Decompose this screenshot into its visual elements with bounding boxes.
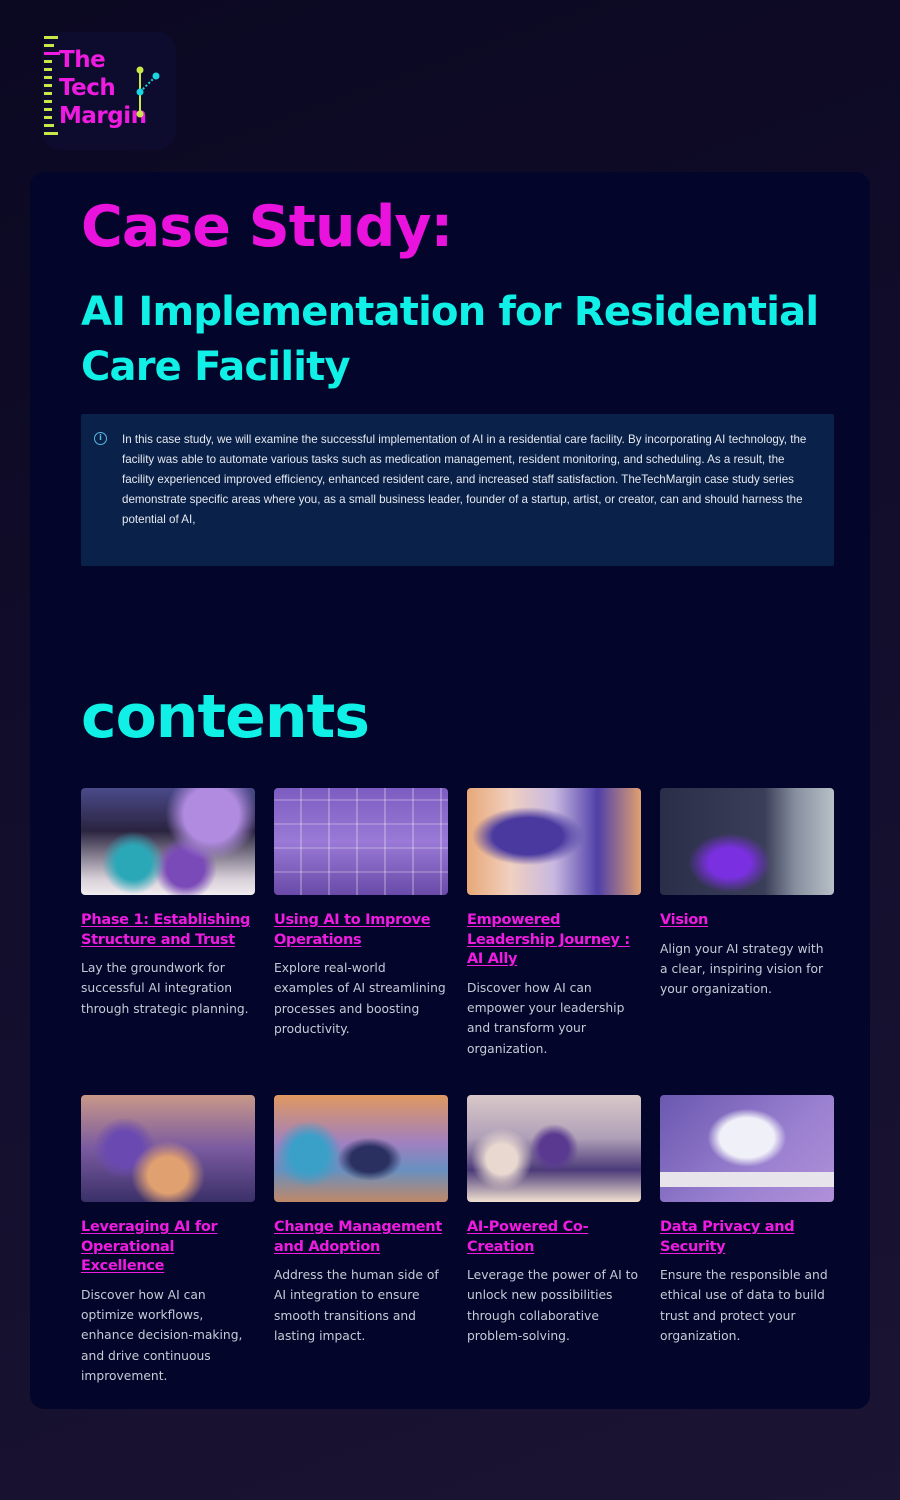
- contents-heading: contents: [81, 682, 370, 752]
- busy-workspace-image[interactable]: [274, 1095, 448, 1202]
- page-subtitle: AI Implementation for Residential Care F…: [81, 289, 819, 390]
- devices-desk-image[interactable]: [660, 1095, 834, 1202]
- seniors-meeting-image[interactable]: [81, 788, 255, 895]
- contents-description: Leverage the power of AI to unlock new p…: [467, 1268, 638, 1344]
- contents-link[interactable]: Leveraging AI for Operational Excellence: [81, 1218, 255, 1277]
- contents-description: Lay the groundwork for successful AI int…: [81, 961, 249, 1016]
- contents-item: AI-Powered Co-Creation Leverage the powe…: [467, 1095, 641, 1402]
- contents-grid: Phase 1: Establishing Structure and Trus…: [81, 788, 834, 1402]
- intro-callout: i In this case study, we will examine th…: [81, 414, 834, 566]
- team-table-image[interactable]: [81, 1095, 255, 1202]
- contents-description: Explore real-world examples of AI stream…: [274, 961, 446, 1037]
- ruler-icon: [44, 36, 60, 146]
- illustrated-office-image[interactable]: [467, 788, 641, 895]
- contents-link[interactable]: Using AI to Improve Operations: [274, 911, 448, 950]
- contents-item: Leveraging AI for Operational Excellence…: [81, 1095, 255, 1402]
- contents-link[interactable]: Data Privacy and Security: [660, 1218, 834, 1257]
- page-title: Case Study:: [81, 194, 453, 260]
- contents-link[interactable]: AI-Powered Co-Creation: [467, 1218, 641, 1257]
- seniors-laptop-image[interactable]: [467, 1095, 641, 1202]
- contents-description: Ensure the responsible and ethical use o…: [660, 1268, 828, 1344]
- contents-link[interactable]: Empowered Leadership Journey : AI Ally: [467, 911, 641, 970]
- contents-item: Phase 1: Establishing Structure and Trus…: [81, 788, 255, 1095]
- case-study-card: Case Study: AI Implementation for Reside…: [30, 172, 870, 1409]
- contents-item: Using AI to Improve Operations Explore r…: [274, 788, 448, 1095]
- dashboard-wall-image[interactable]: [274, 788, 448, 895]
- contents-description: Align your AI strategy with a clear, ins…: [660, 941, 824, 997]
- contents-description: Discover how AI can empower your leaders…: [467, 980, 625, 1056]
- contents-description: Discover how AI can optimize workflows, …: [81, 1287, 243, 1384]
- logo[interactable]: The Tech Margin: [42, 32, 176, 150]
- contents-link[interactable]: Change Management and Adoption: [274, 1218, 448, 1257]
- contents-description: Address the human side of AI integration…: [274, 1268, 439, 1344]
- contents-link[interactable]: Phase 1: Establishing Structure and Trus…: [81, 911, 255, 950]
- contents-item: Empowered Leadership Journey : AI Ally D…: [467, 788, 641, 1095]
- contents-item: Vision Align your AI strategy with a cle…: [660, 788, 834, 1095]
- contents-link[interactable]: Vision: [660, 911, 834, 931]
- modern-office-image[interactable]: [660, 788, 834, 895]
- node-graph-icon: [136, 66, 160, 118]
- contents-item: Data Privacy and Security Ensure the res…: [660, 1095, 834, 1402]
- intro-text: In this case study, we will examine the …: [122, 433, 807, 526]
- contents-item: Change Management and Adoption Address t…: [274, 1095, 448, 1402]
- info-icon: i: [94, 432, 107, 445]
